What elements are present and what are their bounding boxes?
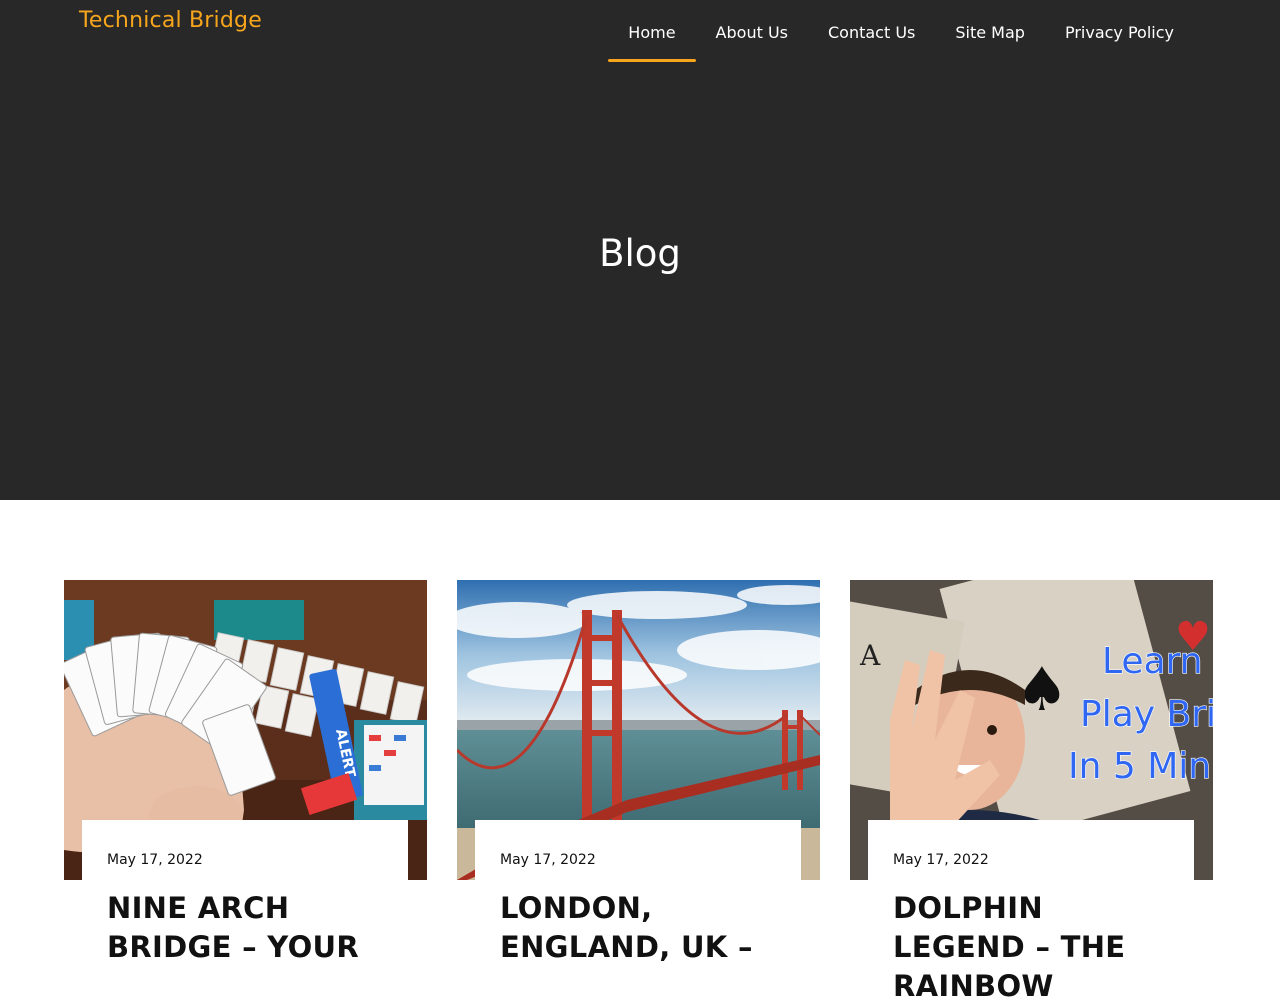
nav-item-home[interactable]: Home xyxy=(608,0,696,62)
nav-item-contact-us[interactable]: Contact Us xyxy=(808,0,935,62)
post-date: May 17, 2022 xyxy=(107,852,203,868)
main-nav: Home About Us Contact Us Site Map Privac… xyxy=(608,0,1194,62)
thumbnail-text-line-2: Play Bric xyxy=(1080,694,1213,735)
nav-label-contact-us: Contact Us xyxy=(827,22,916,42)
nav-label-about-us: About Us xyxy=(715,22,788,42)
blog-post-card[interactable]: ALERT May 17, 2022 NINE ARCH BRIDGE – YO… xyxy=(64,580,427,980)
thumbnail-text-line-3: In 5 Min xyxy=(1068,746,1211,787)
nav-label-home: Home xyxy=(628,22,676,42)
post-summary-box: May 17, 2022 NINE ARCH BRIDGE – YOUR xyxy=(82,820,408,980)
ace-card-letter: A xyxy=(859,639,881,672)
post-date: May 17, 2022 xyxy=(500,852,596,868)
nav-label-site-map: Site Map xyxy=(955,22,1025,42)
blog-post-card[interactable]: May 17, 2022 LONDON, ENGLAND, UK – xyxy=(457,580,820,980)
hero-header: Technical Bridge Home About Us Contact U… xyxy=(0,0,1280,500)
post-title-link[interactable]: NINE ARCH BRIDGE – YOUR xyxy=(107,889,383,967)
blog-post-card[interactable]: A ♠ ♥ Learn T Play Bric In 5 Min xyxy=(850,580,1213,1003)
page-title: Blog xyxy=(599,232,681,275)
post-title-link[interactable]: DOLPHIN LEGEND – THE RAINBOW xyxy=(893,889,1169,1006)
post-title-link[interactable]: LONDON, ENGLAND, UK – xyxy=(500,889,776,967)
post-summary-box: May 17, 2022 DOLPHIN LEGEND – THE RAINBO… xyxy=(868,820,1194,1003)
nav-item-privacy-policy[interactable]: Privacy Policy xyxy=(1045,0,1194,62)
post-summary-box: May 17, 2022 LONDON, ENGLAND, UK – xyxy=(475,820,801,980)
nav-label-privacy-policy: Privacy Policy xyxy=(1064,22,1174,42)
nav-item-about-us[interactable]: About Us xyxy=(696,0,808,62)
post-date: May 17, 2022 xyxy=(893,852,989,868)
nav-item-site-map[interactable]: Site Map xyxy=(935,0,1045,62)
site-title-link[interactable]: Technical Bridge xyxy=(79,8,262,33)
thumbnail-text-line-1: Learn T xyxy=(1102,641,1213,682)
